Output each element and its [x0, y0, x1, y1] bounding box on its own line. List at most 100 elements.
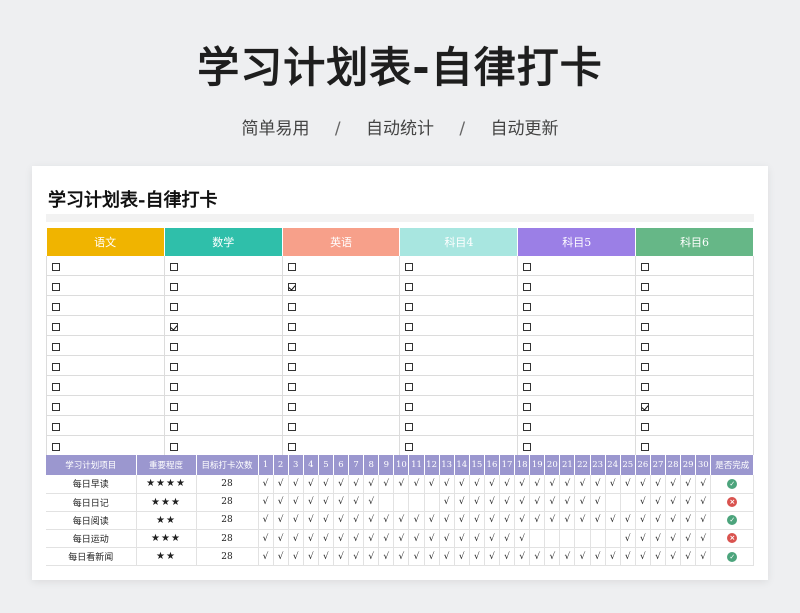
- day-checked[interactable]: √: [484, 493, 501, 512]
- day-checked[interactable]: √: [514, 511, 531, 531]
- day-empty[interactable]: [408, 493, 425, 512]
- day-checked[interactable]: √: [303, 511, 319, 531]
- checkbox-unchecked[interactable]: [287, 262, 296, 271]
- day-checked[interactable]: √: [499, 493, 516, 512]
- day-checked[interactable]: √: [303, 493, 319, 512]
- checkbox-unchecked[interactable]: [405, 262, 414, 271]
- day-checked[interactable]: √: [454, 511, 470, 531]
- checkbox-unchecked[interactable]: [52, 262, 60, 271]
- day-checked[interactable]: √: [348, 511, 365, 531]
- day-checked[interactable]: √: [529, 511, 546, 531]
- checkbox-unchecked[interactable]: [405, 442, 414, 451]
- checkbox-unchecked[interactable]: [641, 322, 650, 331]
- day-checked[interactable]: √: [439, 529, 455, 549]
- day-checked[interactable]: √: [635, 547, 651, 567]
- day-checked[interactable]: √: [454, 547, 470, 567]
- day-checked[interactable]: √: [499, 547, 516, 567]
- day-checked[interactable]: √: [318, 493, 334, 512]
- day-checked[interactable]: √: [650, 547, 667, 567]
- day-empty[interactable]: [378, 493, 395, 512]
- checkbox-unchecked[interactable]: [169, 422, 178, 431]
- day-checked[interactable]: √: [529, 547, 546, 567]
- day-checked[interactable]: √: [439, 547, 455, 567]
- day-checked[interactable]: √: [348, 529, 365, 549]
- day-checked[interactable]: √: [650, 475, 667, 494]
- day-checked[interactable]: √: [665, 511, 682, 531]
- day-checked[interactable]: √: [469, 493, 485, 512]
- checkbox-unchecked[interactable]: [287, 362, 296, 371]
- day-checked[interactable]: √: [273, 529, 289, 549]
- day-checked[interactable]: √: [363, 529, 380, 549]
- day-checked[interactable]: √: [273, 511, 289, 531]
- checkbox-unchecked[interactable]: [169, 342, 178, 351]
- checkbox-unchecked[interactable]: [52, 422, 60, 431]
- day-checked[interactable]: √: [544, 511, 561, 531]
- day-checked[interactable]: √: [393, 475, 410, 494]
- day-checked[interactable]: √: [303, 529, 319, 549]
- day-checked[interactable]: √: [695, 529, 712, 549]
- day-checked[interactable]: √: [695, 547, 712, 567]
- checkbox-unchecked[interactable]: [405, 422, 414, 431]
- day-checked[interactable]: √: [574, 547, 591, 567]
- checkbox-unchecked[interactable]: [169, 302, 178, 311]
- day-checked[interactable]: √: [439, 475, 455, 494]
- checkbox-unchecked[interactable]: [523, 302, 532, 311]
- day-checked[interactable]: √: [348, 547, 365, 567]
- day-checked[interactable]: √: [333, 493, 350, 512]
- day-checked[interactable]: √: [258, 475, 274, 494]
- day-checked[interactable]: √: [559, 511, 576, 531]
- day-checked[interactable]: √: [408, 475, 425, 494]
- day-checked[interactable]: √: [514, 529, 531, 549]
- day-checked[interactable]: √: [378, 511, 395, 531]
- checkbox-unchecked[interactable]: [287, 302, 296, 311]
- day-empty[interactable]: [605, 529, 621, 549]
- day-checked[interactable]: √: [574, 493, 591, 512]
- day-checked[interactable]: √: [363, 475, 380, 494]
- day-checked[interactable]: √: [650, 511, 667, 531]
- day-checked[interactable]: √: [408, 547, 425, 567]
- day-checked[interactable]: √: [288, 547, 304, 567]
- day-checked[interactable]: √: [408, 511, 425, 531]
- checkbox-unchecked[interactable]: [523, 282, 532, 291]
- checkbox-unchecked[interactable]: [523, 402, 532, 411]
- day-checked[interactable]: √: [454, 529, 470, 549]
- day-checked[interactable]: √: [393, 511, 410, 531]
- day-checked[interactable]: √: [514, 493, 531, 512]
- day-checked[interactable]: √: [590, 475, 606, 494]
- day-checked[interactable]: √: [484, 547, 501, 567]
- checkbox-unchecked[interactable]: [169, 442, 178, 451]
- checkbox-unchecked[interactable]: [287, 382, 296, 391]
- checkbox-unchecked[interactable]: [523, 422, 532, 431]
- checkbox-unchecked[interactable]: [169, 282, 178, 291]
- day-checked[interactable]: √: [273, 475, 289, 494]
- day-checked[interactable]: √: [484, 529, 501, 549]
- checkbox-unchecked[interactable]: [287, 442, 296, 451]
- day-checked[interactable]: √: [454, 475, 470, 494]
- day-checked[interactable]: √: [635, 529, 651, 549]
- day-checked[interactable]: √: [514, 475, 531, 494]
- day-checked[interactable]: √: [363, 493, 380, 512]
- day-empty[interactable]: [590, 529, 606, 549]
- checkbox-unchecked[interactable]: [52, 382, 60, 391]
- day-checked[interactable]: √: [333, 529, 350, 549]
- day-checked[interactable]: √: [665, 493, 682, 512]
- checkbox-unchecked[interactable]: [52, 302, 60, 311]
- checkbox-unchecked[interactable]: [641, 442, 650, 451]
- day-checked[interactable]: √: [273, 547, 289, 567]
- day-checked[interactable]: √: [424, 475, 440, 494]
- day-checked[interactable]: √: [378, 475, 395, 494]
- day-empty[interactable]: [544, 529, 561, 549]
- day-checked[interactable]: √: [288, 511, 304, 531]
- day-checked[interactable]: √: [590, 511, 606, 531]
- day-checked[interactable]: √: [273, 493, 289, 512]
- day-checked[interactable]: √: [665, 547, 682, 567]
- day-checked[interactable]: √: [348, 475, 365, 494]
- checkbox-unchecked[interactable]: [405, 322, 414, 331]
- day-checked[interactable]: √: [680, 529, 697, 549]
- day-checked[interactable]: √: [333, 475, 350, 494]
- day-checked[interactable]: √: [303, 547, 319, 567]
- day-checked[interactable]: √: [288, 529, 304, 549]
- day-checked[interactable]: √: [318, 529, 334, 549]
- day-checked[interactable]: √: [635, 511, 651, 531]
- day-checked[interactable]: √: [665, 475, 682, 494]
